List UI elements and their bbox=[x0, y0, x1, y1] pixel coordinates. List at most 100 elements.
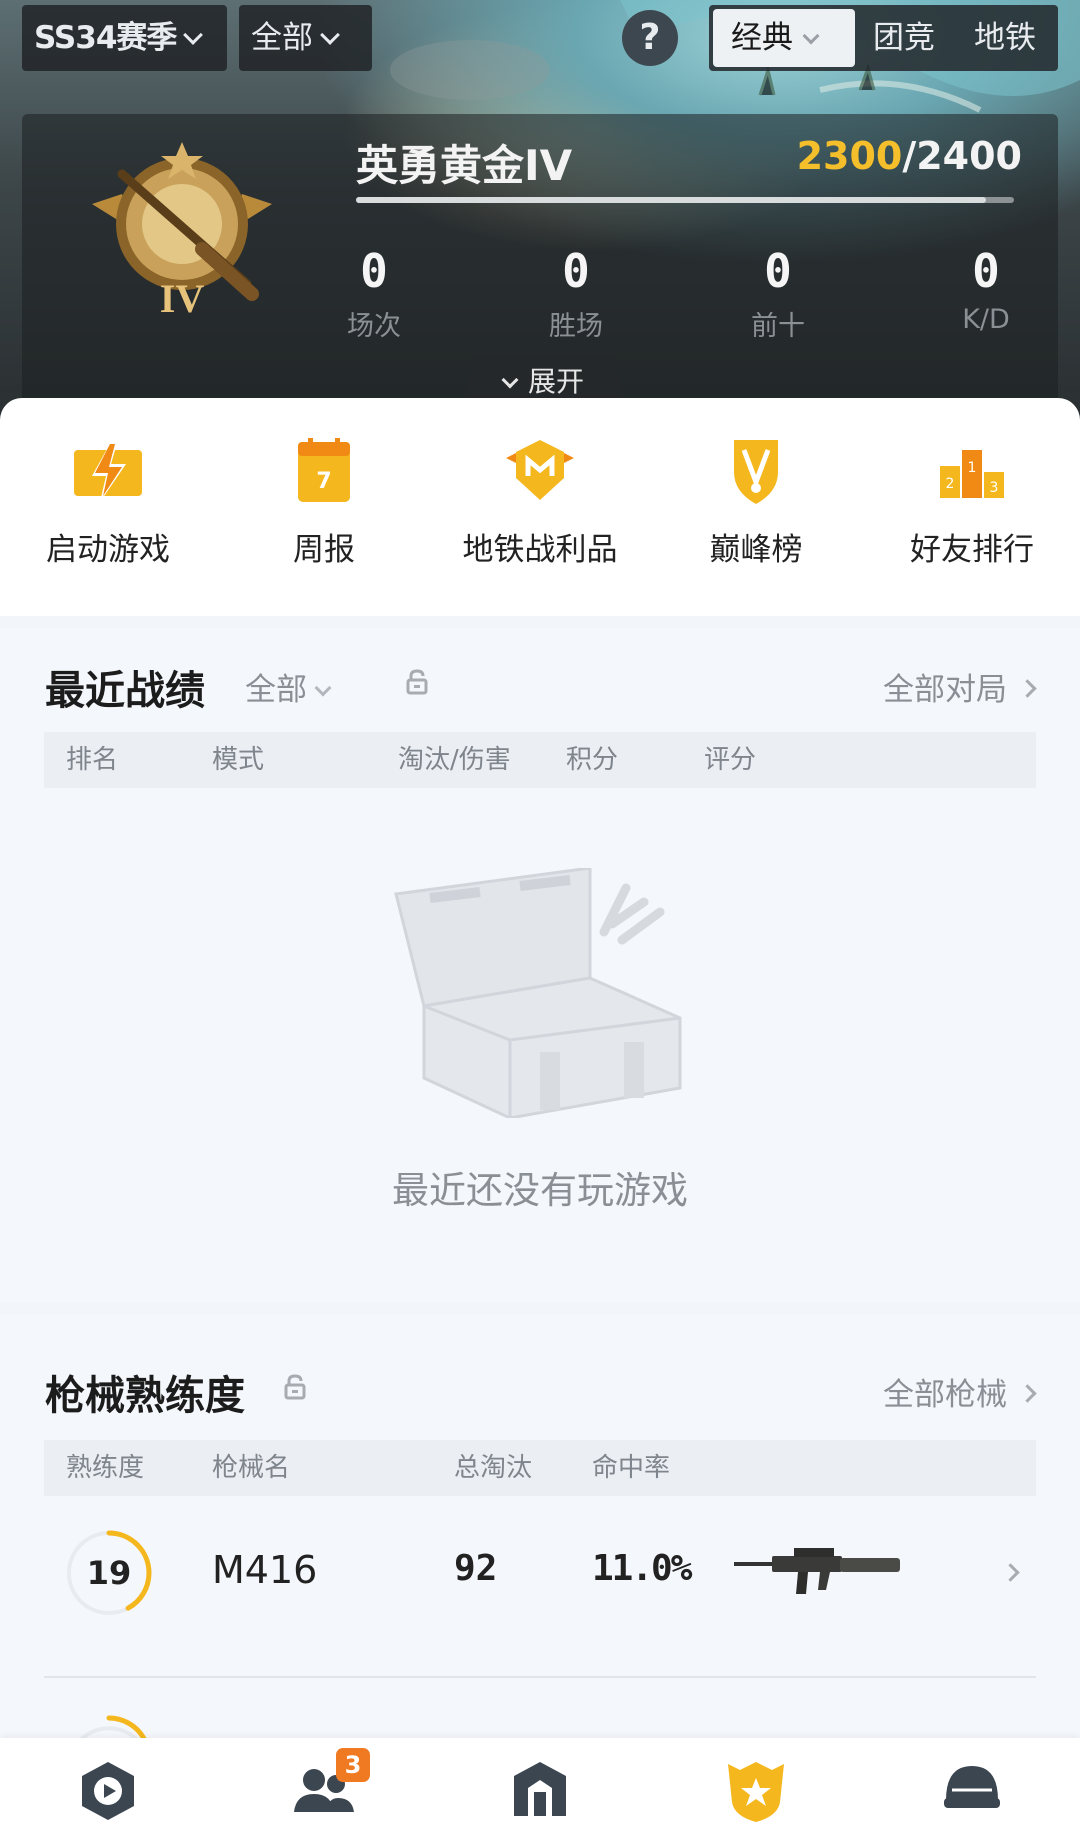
all-matches-label: 全部对局 bbox=[883, 672, 1007, 708]
weapon-accuracy: 11.0% bbox=[592, 1548, 692, 1589]
weapons-table-header: 熟练度 枪械名 总淘汰 命中率 bbox=[44, 1440, 1036, 1496]
weapon-kills: 92 bbox=[454, 1548, 498, 1589]
nav-label: 社区 bbox=[432, 1838, 648, 1844]
chevron-down-icon bbox=[802, 27, 820, 45]
stat-kd: 0 K/D bbox=[926, 244, 1046, 335]
scope-dropdown[interactable]: 全部 bbox=[239, 5, 372, 71]
metro-badge-icon bbox=[506, 440, 574, 500]
quick-action-label: 地铁战利品 bbox=[462, 532, 618, 568]
tab-team[interactable]: 团竞 bbox=[873, 5, 935, 71]
tab-classic[interactable]: 经典 bbox=[713, 9, 855, 67]
chevron-right-icon bbox=[1018, 1384, 1037, 1403]
quick-action-label: 启动游戏 bbox=[46, 532, 170, 568]
play-hex-icon bbox=[82, 1762, 134, 1820]
stat-value: 0 bbox=[360, 244, 388, 298]
nav-me[interactable]: 我 bbox=[864, 1738, 1080, 1844]
stat-value: 0 bbox=[764, 244, 792, 298]
season-dropdown[interactable]: SS34赛季 bbox=[22, 5, 227, 71]
podium-icon: 2 1 3 bbox=[940, 450, 1004, 498]
stat-value: 0 bbox=[562, 244, 590, 298]
rank-points-current: 2300 bbox=[796, 134, 903, 178]
chevron-right-icon bbox=[1018, 679, 1037, 698]
hero-banner: SS34赛季 全部 ? 经典 团竞 地铁 IV 英勇黄金IV 2300/2400… bbox=[0, 0, 1080, 420]
col-points: 积分 bbox=[566, 745, 619, 775]
quick-action-peak-board[interactable]: 巅峰榜 bbox=[648, 436, 864, 569]
nav-community[interactable]: 社区 bbox=[432, 1738, 648, 1844]
quick-action-label: 好友排行 bbox=[910, 532, 1034, 568]
col-proficiency: 熟练度 bbox=[66, 1453, 145, 1483]
col-mode: 模式 bbox=[212, 745, 265, 775]
weapon-row[interactable]: 19 M416 92 11.0% bbox=[44, 1508, 1036, 1638]
rank-progress-fill bbox=[356, 197, 987, 203]
stat-label: 场次 bbox=[347, 311, 401, 342]
stat-matches: 0 场次 bbox=[314, 244, 434, 343]
chevron-down-icon bbox=[320, 25, 340, 45]
rank-name: 英勇黄金IV bbox=[356, 141, 573, 190]
col-rank: 排名 bbox=[66, 745, 119, 775]
chevron-down-icon bbox=[314, 679, 332, 697]
quick-action-launch-game[interactable]: 启动游戏 bbox=[0, 436, 216, 569]
nav-label: 我 bbox=[864, 1838, 1080, 1844]
m416-rifle-icon bbox=[734, 1548, 900, 1594]
stat-label: 胜场 bbox=[549, 311, 603, 342]
chevron-down-icon bbox=[183, 25, 204, 45]
quick-actions: 启动游戏 7 周报 地铁战利品 巅峰榜 2 1 3 好友排行 bbox=[0, 398, 1080, 616]
nav-label: 资讯 bbox=[0, 1838, 216, 1844]
recent-filter-dropdown[interactable]: 全部 bbox=[245, 664, 332, 709]
svg-text:3: 3 bbox=[990, 480, 999, 496]
tab-classic-label: 经典 bbox=[731, 20, 793, 56]
calendar-icon: 7 bbox=[298, 438, 350, 502]
nav-records[interactable]: 战绩 bbox=[648, 1738, 864, 1844]
weapons-title: 枪械熟练度 bbox=[45, 1373, 245, 1419]
star-shield-icon bbox=[728, 1762, 784, 1822]
svg-text:1: 1 bbox=[968, 460, 977, 476]
rank-card: IV 英勇黄金IV 2300/2400 0 场次 0 胜场 0 前十 0 K/D… bbox=[22, 114, 1058, 420]
lightning-icon bbox=[74, 440, 142, 502]
help-button[interactable]: ? bbox=[622, 10, 678, 66]
recent-title: 最近战绩 bbox=[45, 668, 205, 714]
mode-tabs: 经典 团竞 地铁 bbox=[709, 5, 1058, 71]
all-matches-link[interactable]: 全部对局 bbox=[883, 664, 1037, 709]
col-weapon-name: 枪械名 bbox=[212, 1453, 291, 1483]
all-weapons-label: 全部枪械 bbox=[883, 1377, 1007, 1413]
tab-metro[interactable]: 地铁 bbox=[974, 5, 1036, 71]
quick-action-label: 巅峰榜 bbox=[709, 532, 803, 568]
quick-action-friend-ranking[interactable]: 2 1 3 好友排行 bbox=[864, 436, 1080, 569]
expand-label: 展开 bbox=[527, 365, 584, 398]
recent-filter-label: 全部 bbox=[245, 672, 307, 708]
stat-label: K/D bbox=[962, 304, 1010, 335]
lock-icon[interactable] bbox=[404, 668, 430, 696]
season-label: SS34赛季 bbox=[34, 20, 177, 56]
svg-text:7: 7 bbox=[316, 469, 331, 494]
empty-state-text: 最近还没有玩游戏 bbox=[392, 1169, 688, 1212]
nav-label: 好友 bbox=[216, 1838, 432, 1844]
stat-wins: 0 胜场 bbox=[516, 244, 636, 343]
chevron-right-icon bbox=[1001, 1563, 1020, 1582]
scope-label: 全部 bbox=[251, 20, 313, 56]
quick-action-weekly-report[interactable]: 7 周报 bbox=[216, 436, 432, 569]
quick-action-label: 周报 bbox=[293, 532, 355, 568]
nav-label: 战绩 bbox=[648, 1838, 864, 1844]
nav-news[interactable]: 资讯 bbox=[0, 1738, 216, 1844]
question-icon: ? bbox=[639, 17, 661, 58]
rank-points-total: /2400 bbox=[902, 134, 1022, 178]
quick-action-metro-loot[interactable]: 地铁战利品 bbox=[432, 436, 648, 569]
house-icon bbox=[514, 1762, 566, 1816]
col-score: 评分 bbox=[704, 745, 757, 775]
row-divider bbox=[44, 1676, 1036, 1678]
top-bar: SS34赛季 全部 ? 经典 团竞 地铁 bbox=[0, 0, 1080, 80]
recent-table-header: 排名 模式 淘汰/伤害 积分 评分 bbox=[44, 732, 1036, 788]
lock-icon[interactable] bbox=[282, 1373, 308, 1401]
weapon-proficiency-section: 枪械熟练度 全部枪械 熟练度 枪械名 总淘汰 命中率 19 M416 92 11… bbox=[0, 1315, 1080, 1755]
nav-friends[interactable]: 3 好友 bbox=[216, 1738, 432, 1844]
notification-badge: 3 bbox=[336, 1748, 370, 1782]
col-kills-damage: 淘汰/伤害 bbox=[398, 745, 511, 775]
col-total-kills: 总淘汰 bbox=[454, 1453, 533, 1483]
empty-chest-icon bbox=[394, 868, 682, 1118]
stat-value: 0 bbox=[972, 244, 1000, 298]
col-accuracy: 命中率 bbox=[592, 1453, 671, 1483]
bottom-nav: 资讯 3 好友 社区 战绩 我 bbox=[0, 1738, 1080, 1844]
chevron-down-icon bbox=[501, 371, 519, 389]
recent-matches-section: 最近战绩 全部 全部对局 排名 模式 淘汰/伤害 积分 评分 最近还没有玩游戏 bbox=[0, 628, 1080, 1303]
all-weapons-link[interactable]: 全部枪械 bbox=[883, 1369, 1037, 1414]
